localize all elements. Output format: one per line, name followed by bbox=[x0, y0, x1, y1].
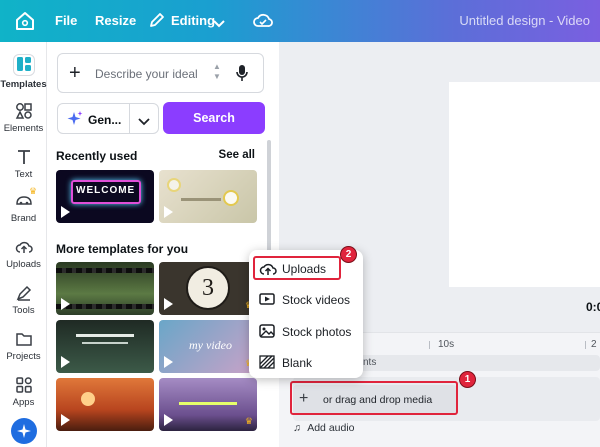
sparkle-icon bbox=[17, 424, 31, 438]
templates-panel: + Describe your ideal ▲ ▼ Gen... Search R… bbox=[47, 42, 279, 447]
image-icon bbox=[259, 324, 275, 338]
timecode: 0:0 bbox=[586, 300, 600, 314]
template-thumbnail[interactable] bbox=[56, 378, 154, 431]
countdown-number: 3 bbox=[186, 266, 230, 310]
generate-type-select[interactable]: Gen... bbox=[57, 103, 159, 134]
folder-icon bbox=[15, 333, 32, 346]
pencil-icon bbox=[148, 11, 166, 34]
template-thumbnail[interactable]: ♛ bbox=[159, 378, 257, 431]
rail-item-uploads[interactable]: Uploads bbox=[0, 238, 47, 270]
popup-label: Blank bbox=[282, 356, 313, 370]
elements-icon bbox=[15, 103, 32, 119]
template-thumbnail[interactable] bbox=[159, 170, 257, 223]
play-icon bbox=[164, 356, 173, 368]
rail-item-elements[interactable]: Elements bbox=[0, 102, 47, 134]
search-input[interactable]: + Describe your ideal ▲ ▼ bbox=[57, 53, 264, 93]
microphone-icon[interactable] bbox=[235, 64, 249, 87]
cloud-upload-icon bbox=[15, 241, 33, 253]
step-badge-1: 1 bbox=[459, 371, 476, 388]
magic-button[interactable] bbox=[11, 418, 37, 444]
rail-item-apps[interactable]: Apps bbox=[0, 376, 47, 408]
rail-label: Elements bbox=[3, 123, 44, 134]
top-bar: File Resize Editing Untitled design - Vi… bbox=[0, 0, 600, 42]
video-icon bbox=[259, 293, 275, 305]
play-icon bbox=[61, 414, 70, 426]
highlight-box bbox=[253, 256, 341, 280]
template-thumbnail[interactable] bbox=[56, 320, 154, 373]
design-canvas[interactable] bbox=[449, 82, 600, 287]
rail-label: Templates bbox=[0, 79, 47, 90]
ruler-tick bbox=[585, 341, 586, 349]
templates-icon bbox=[12, 54, 35, 76]
blank-stripes-icon bbox=[259, 355, 275, 369]
highlight-box bbox=[290, 381, 458, 415]
plus-icon[interactable]: + bbox=[69, 63, 81, 83]
text-icon bbox=[17, 150, 30, 164]
rail-label: Brand bbox=[10, 213, 37, 224]
rail-item-templates[interactable]: Templates bbox=[0, 54, 47, 90]
music-note-icon: ♫ bbox=[293, 422, 301, 434]
design-title[interactable]: Untitled design - Video bbox=[459, 13, 590, 28]
resize-menu[interactable]: Resize bbox=[95, 13, 136, 28]
editing-mode-button[interactable]: Editing bbox=[171, 13, 215, 28]
rail-label: Tools bbox=[12, 305, 35, 316]
rail-label: Projects bbox=[6, 351, 41, 362]
left-rail: Templates Elements Text Brand ♛ Uploads … bbox=[0, 42, 47, 447]
popup-label: Stock photos bbox=[282, 325, 352, 339]
thumbnail-text: my video bbox=[189, 338, 232, 352]
sparkle-icon bbox=[66, 110, 84, 133]
more-templates-heading: More templates for you bbox=[56, 242, 189, 256]
ruler-label: 10s bbox=[438, 339, 455, 350]
popup-label: Stock videos bbox=[282, 293, 351, 307]
add-audio-label: Add audio bbox=[307, 422, 355, 434]
template-thumbnail[interactable]: my video ♛ bbox=[159, 320, 257, 373]
sort-arrows-icon[interactable]: ▲ ▼ bbox=[213, 62, 221, 82]
search-button[interactable]: Search bbox=[163, 102, 265, 134]
play-icon bbox=[61, 356, 70, 368]
see-all-link[interactable]: See all bbox=[219, 149, 255, 161]
rail-item-tools[interactable]: Tools bbox=[0, 284, 47, 316]
track-hint: nts bbox=[363, 357, 377, 368]
rail-item-text[interactable]: Text bbox=[0, 148, 47, 180]
ruler-tick bbox=[429, 341, 430, 349]
template-thumbnail[interactable]: 3 ♛ bbox=[159, 262, 257, 315]
crown-icon: ♛ bbox=[244, 416, 253, 426]
rail-label: Apps bbox=[12, 397, 35, 408]
step-badge-2: 2 bbox=[340, 246, 357, 263]
rail-item-projects[interactable]: Projects bbox=[0, 330, 47, 362]
recently-used-heading: Recently used bbox=[56, 149, 138, 163]
apps-icon bbox=[15, 377, 32, 393]
crown-icon: ♛ bbox=[29, 186, 38, 196]
rail-label: Text bbox=[14, 169, 33, 180]
play-icon bbox=[61, 206, 70, 218]
template-thumbnail[interactable]: WELCOME bbox=[56, 170, 154, 223]
file-menu[interactable]: File bbox=[55, 13, 77, 28]
generate-label: Gen... bbox=[88, 113, 122, 127]
rail-item-brand[interactable]: Brand ♛ bbox=[0, 186, 47, 224]
ruler-label: 2 bbox=[591, 339, 597, 350]
template-thumbnail[interactable] bbox=[56, 262, 154, 315]
add-audio-button[interactable]: ♫ Add audio bbox=[293, 422, 355, 434]
chevron-down-icon[interactable] bbox=[138, 113, 150, 131]
divider bbox=[129, 104, 130, 133]
play-icon bbox=[164, 206, 173, 218]
tools-icon bbox=[16, 285, 31, 301]
home-icon[interactable] bbox=[14, 11, 36, 31]
play-icon bbox=[164, 298, 173, 310]
thumbnail-text: WELCOME bbox=[76, 185, 136, 196]
chevron-down-icon[interactable] bbox=[213, 15, 225, 33]
play-icon bbox=[164, 414, 173, 426]
rail-label: Uploads bbox=[6, 259, 41, 270]
search-placeholder: Describe your ideal bbox=[95, 67, 198, 81]
cloud-saved-icon[interactable] bbox=[253, 12, 273, 34]
play-icon bbox=[61, 298, 70, 310]
